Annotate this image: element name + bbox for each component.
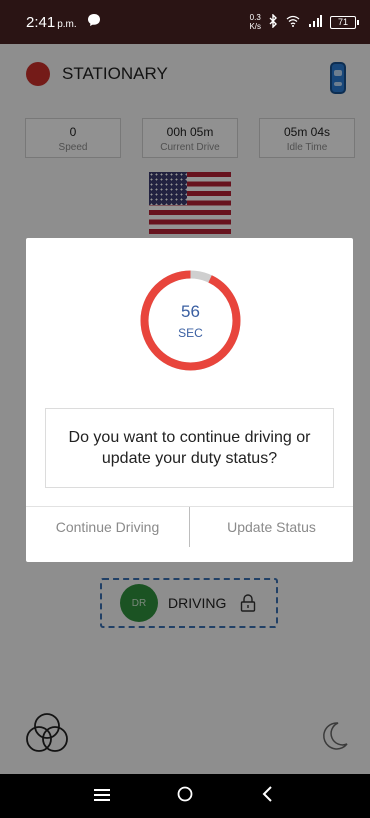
continue-driving-button[interactable]: Continue Driving [26,507,189,547]
network-speed: 0.3 K/s [249,13,261,31]
status-bar: 2:41 p.m. 0.3 K/s 71 [0,0,370,44]
signal-icon [308,14,322,30]
update-status-button[interactable]: Update Status [190,507,353,547]
countdown-unit: SEC [178,325,203,340]
clock: 2:41 p.m. [26,13,77,31]
wifi-icon [286,15,300,30]
dialog-question: Do you want to continue driving or updat… [45,408,334,488]
home-icon[interactable] [170,785,200,808]
battery-icon: 71 [330,15,359,29]
countdown-text: 56 SEC [139,269,242,372]
system-nav-bar [0,774,370,818]
dialog-actions: Continue Driving Update Status [26,506,353,547]
bluetooth-icon [269,12,278,31]
chat-bubble-icon [87,13,101,31]
continue-driving-dialog: 56 SEC Do you want to continue driving o… [26,238,353,562]
menu-icon[interactable] [87,785,117,808]
back-icon[interactable] [253,785,283,808]
countdown-value: 56 [181,301,200,321]
